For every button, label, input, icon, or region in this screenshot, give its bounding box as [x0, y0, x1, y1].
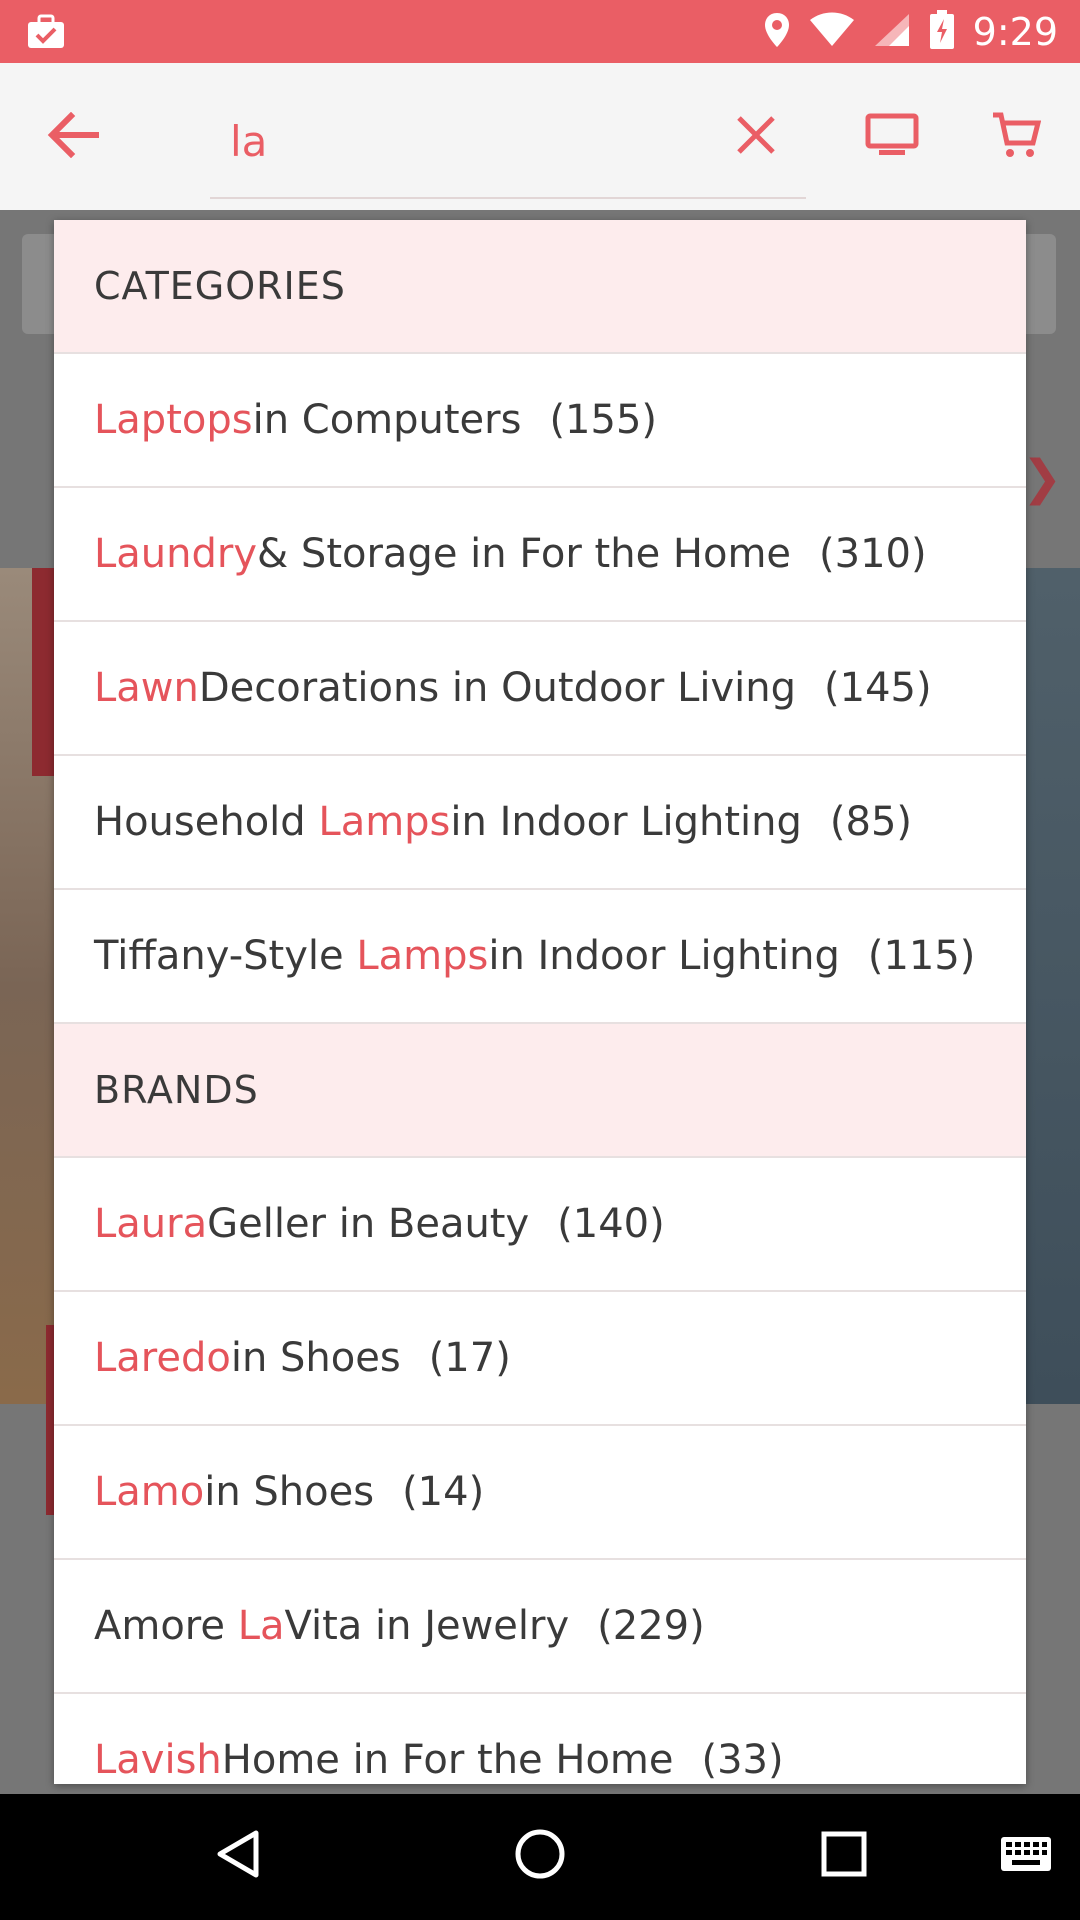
suggestion-text: Home in For the Home — [221, 1737, 674, 1783]
navigation-bar — [0, 1794, 1080, 1920]
search-suggestions-dropdown: CATEGORIES Laptops in Computers (155) Lau… — [54, 220, 1026, 1784]
background-image-right — [1024, 568, 1080, 1404]
suggestion-item[interactable]: Amore La Vita in Jewelry (229) — [54, 1560, 1026, 1694]
cart-icon — [991, 111, 1042, 163]
nav-recents-button[interactable] — [812, 1824, 876, 1888]
suggestion-match: La — [237, 1603, 285, 1649]
suggestion-count: (140) — [557, 1201, 665, 1247]
suggestion-item[interactable]: Laundry & Storage in For the Home (310) — [54, 488, 1026, 622]
categories-header: CATEGORIES — [54, 220, 1026, 354]
suggestion-text: in Indoor Lighting — [450, 799, 802, 845]
suggestion-text: & Storage in For the Home — [257, 531, 792, 577]
nav-recents-icon — [821, 1831, 867, 1881]
suggestion-item[interactable]: Lawn Decorations in Outdoor Living (145) — [54, 622, 1026, 756]
suggestion-item[interactable]: Laptops in Computers (155) — [54, 354, 1026, 488]
search-box — [210, 103, 806, 199]
suggestion-text: Geller in Beauty — [207, 1201, 530, 1247]
suggestion-text: in Shoes — [230, 1335, 401, 1381]
suggestion-count: (115) — [867, 933, 976, 979]
suggestion-text: in Computers — [252, 397, 522, 443]
suggestion-match: Laptops — [94, 397, 253, 443]
nav-back-button[interactable] — [206, 1824, 270, 1888]
suggestion-item[interactable]: Tiffany-Style Lamps in Indoor Lighting (1… — [54, 890, 1026, 1024]
search-input[interactable] — [230, 111, 670, 171]
suggestion-count: (14) — [402, 1469, 485, 1515]
suggestion-item[interactable]: Laura Geller in Beauty (140) — [54, 1158, 1026, 1292]
suggestion-text: in Shoes — [204, 1469, 375, 1515]
suggestion-prefix: Amore — [94, 1603, 238, 1649]
battery-charging-icon — [929, 9, 955, 54]
nav-home-icon — [514, 1828, 566, 1884]
suggestion-match: Lamps — [356, 933, 489, 979]
suggestion-match: Laundry — [94, 531, 258, 577]
briefcase-check-icon — [26, 12, 66, 50]
suggestion-count: (155) — [549, 397, 658, 443]
wifi-icon — [809, 12, 855, 52]
status-bar: 9:29 — [0, 0, 1080, 63]
suggestion-count: (229) — [597, 1603, 705, 1649]
suggestion-count: (33) — [701, 1737, 784, 1783]
keyboard-button[interactable] — [996, 1824, 1056, 1888]
chevron-right-icon: ❯ — [1022, 450, 1063, 506]
suggestion-text: in Indoor Lighting — [488, 933, 840, 979]
suggestion-match: Laredo — [94, 1335, 231, 1381]
brands-header: BRANDS — [54, 1024, 1026, 1158]
suggestion-prefix: Household — [94, 799, 319, 845]
nav-back-icon — [214, 1829, 262, 1883]
suggestion-item[interactable]: Lavish Home in For the Home (33) — [54, 1694, 1026, 1784]
background-banner — [32, 568, 56, 776]
status-time: 9:29 — [972, 9, 1058, 54]
cart-button[interactable] — [984, 107, 1048, 167]
close-icon — [736, 115, 776, 159]
suggestion-match: Laura — [94, 1201, 208, 1247]
suggestion-text: Vita in Jewelry — [284, 1603, 570, 1649]
suggestion-count: (17) — [428, 1335, 511, 1381]
suggestion-text: Decorations in Outdoor Living — [198, 665, 797, 711]
monitor-icon — [865, 113, 919, 161]
keyboard-icon — [1000, 1836, 1052, 1876]
signal-icon — [873, 12, 911, 52]
top-app-bar — [0, 63, 1080, 210]
nav-home-button[interactable] — [508, 1824, 572, 1888]
suggestion-match: Lamps — [318, 799, 451, 845]
suggestion-count: (310) — [819, 531, 927, 577]
tv-button[interactable] — [860, 109, 924, 165]
back-button[interactable] — [40, 109, 106, 165]
location-icon — [763, 11, 791, 53]
suggestion-match: Lavish — [94, 1737, 222, 1783]
suggestion-item[interactable]: Household Lamps in Indoor Lighting (85) — [54, 756, 1026, 890]
arrow-left-icon — [47, 111, 100, 162]
suggestion-prefix: Tiffany-Style — [94, 933, 357, 979]
suggestion-count: (145) — [824, 665, 932, 711]
clear-search-button[interactable] — [728, 109, 784, 165]
suggestion-match: Lawn — [94, 665, 199, 711]
suggestion-match: Lamo — [94, 1469, 205, 1515]
suggestion-count: (85) — [829, 799, 913, 845]
suggestion-item[interactable]: Laredo in Shoes (17) — [54, 1292, 1026, 1426]
suggestion-item[interactable]: Lamo in Shoes (14) — [54, 1426, 1026, 1560]
